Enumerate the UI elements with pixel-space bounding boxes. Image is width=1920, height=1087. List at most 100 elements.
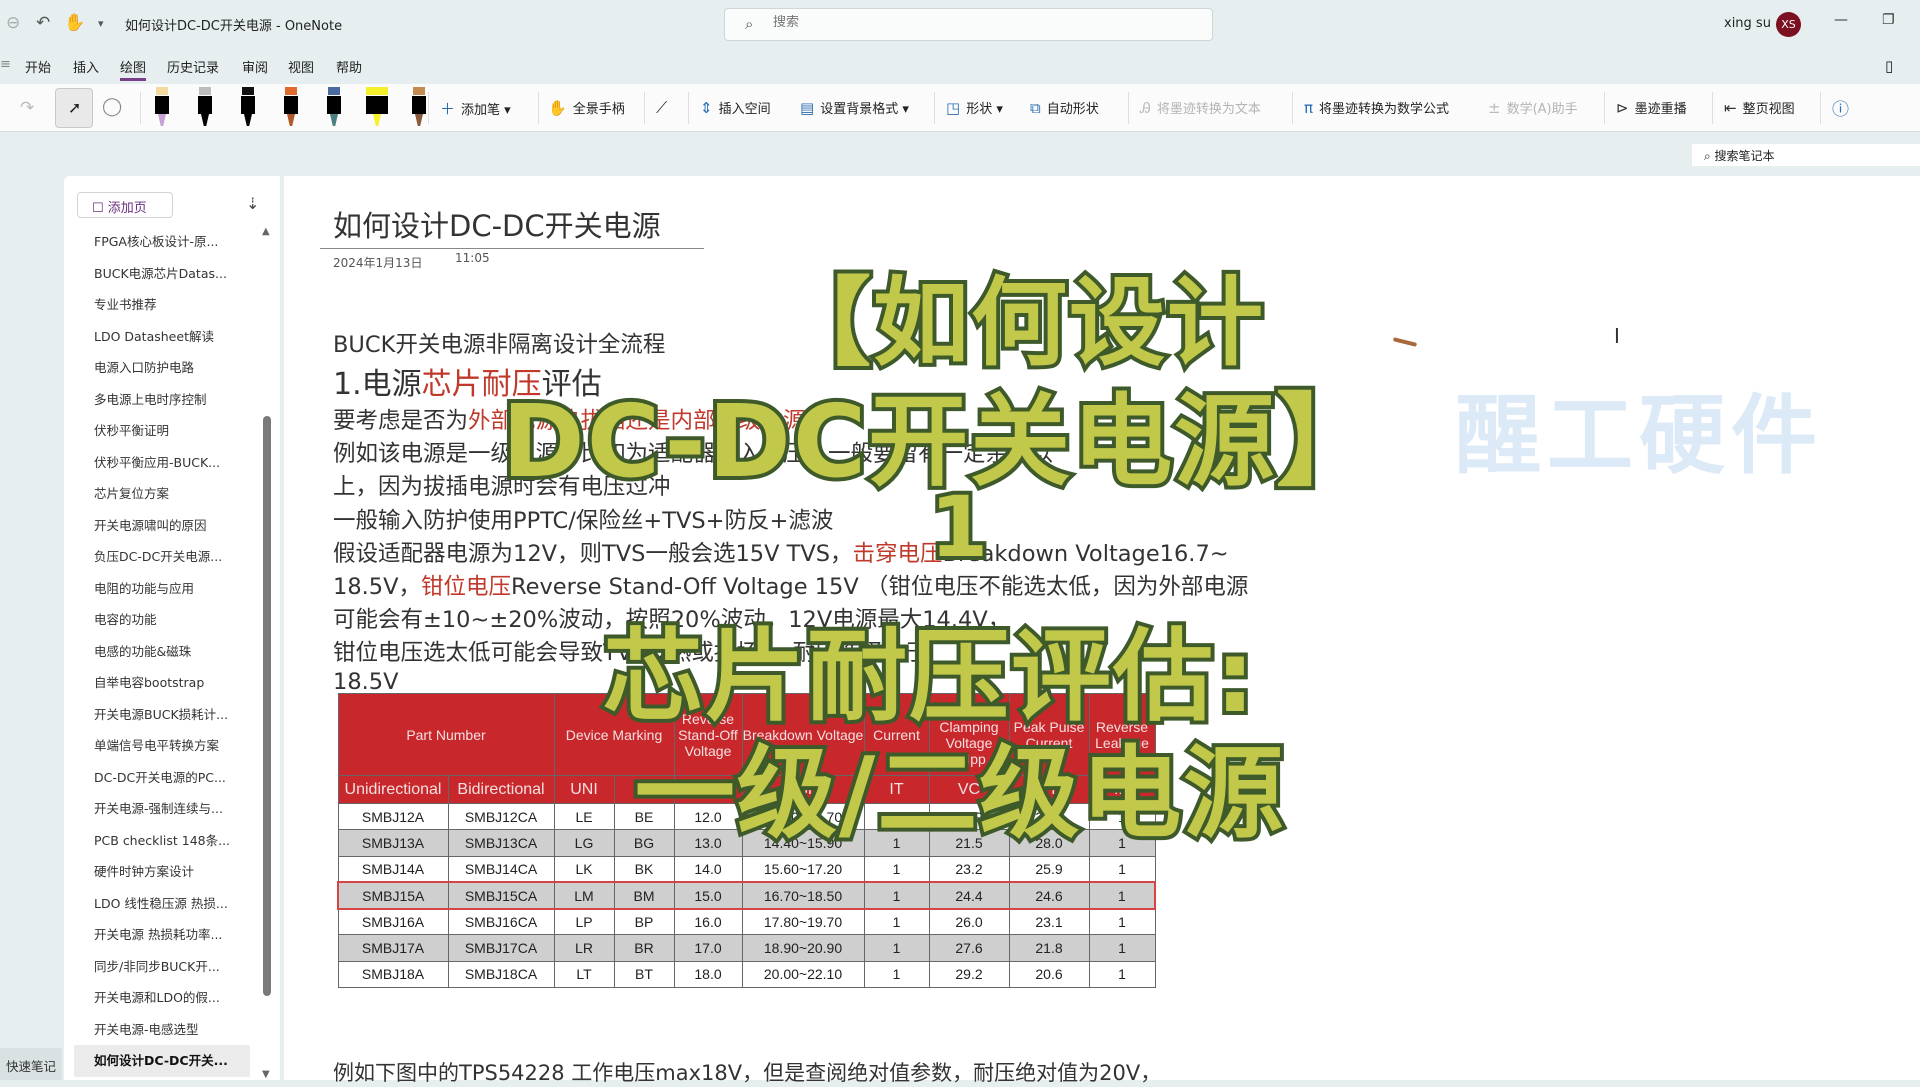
ruler-icon: ⟋ bbox=[656, 98, 668, 117]
note-text: 18.5V， bbox=[333, 574, 421, 600]
page-list-item[interactable]: 如何设计DC-DC开关... bbox=[74, 1045, 250, 1077]
table-cell: 18.90~20.90 bbox=[741, 934, 865, 962]
pen-gray-button[interactable] bbox=[196, 87, 214, 127]
page-list-item[interactable]: 同步/非同步BUCK开... bbox=[64, 951, 264, 983]
page-list-item[interactable]: 伏秒平衡应用-BUCK... bbox=[64, 447, 264, 479]
page-list-item[interactable]: 开关电源 热损耗功率... bbox=[64, 919, 264, 951]
page-list-item[interactable]: 电容的功能 bbox=[64, 604, 264, 636]
page-list-item[interactable]: 开关电源-强制连续与... bbox=[64, 793, 264, 825]
ruler-button[interactable]: ⟋ bbox=[656, 98, 667, 118]
table-row: SMBJ14A SMBJ14CA LK BK 14.0 15.60~17.20 1 23.2 2… bbox=[337, 855, 1156, 883]
help-icon[interactable]: ⓘ bbox=[1832, 95, 1849, 120]
sort-icon[interactable]: ⇣ bbox=[246, 194, 259, 213]
back-icon[interactable]: ⊖ bbox=[6, 13, 20, 33]
minimize-button[interactable]: — bbox=[1834, 12, 1848, 28]
page-list-item[interactable]: 单端信号电平转换方案 bbox=[64, 730, 264, 762]
pen-orange-button[interactable] bbox=[282, 87, 300, 127]
pen-lavender-button[interactable] bbox=[153, 87, 171, 127]
scroll-thumb[interactable] bbox=[263, 416, 271, 996]
table-cell: 20.00~22.10 bbox=[741, 960, 865, 989]
page-list-item[interactable]: LDO Datasheet解读 bbox=[64, 321, 264, 353]
math-assistant-button[interactable]: ± 数学(A)助手 bbox=[1488, 98, 1578, 117]
page-list-item[interactable]: DC-DC开关电源的PC... bbox=[64, 762, 264, 794]
quick-notes-tab[interactable]: 快速笔记 bbox=[0, 1048, 62, 1080]
page-list-item[interactable]: FPGA核心板设计-原... bbox=[64, 226, 264, 258]
ink-to-math-button[interactable]: π 将墨迹转换为数学公式 bbox=[1304, 98, 1449, 117]
page-list-item[interactable]: 硬件时钟方案设计 bbox=[64, 856, 264, 888]
page-list-scrollbar[interactable]: ▲ ▼ bbox=[261, 226, 273, 1080]
auto-shapes-button[interactable]: ⧉ 自动形状 bbox=[1030, 98, 1099, 117]
page-list-item[interactable]: 专业书推荐 bbox=[64, 289, 264, 321]
notebook-search[interactable]: ⌕ 搜索笔记本 bbox=[1692, 144, 1920, 166]
user-name[interactable]: xing su bbox=[1724, 16, 1771, 31]
page-list-item[interactable]: 伏秒平衡证明 bbox=[64, 415, 264, 447]
page-list-item[interactable]: 开关电源啸叫的原因 bbox=[64, 510, 264, 542]
insert-space-button[interactable]: ⇕ 插入空间 bbox=[700, 98, 771, 117]
page-list-item[interactable]: 芯片复位方案 bbox=[64, 478, 264, 510]
note-bottom-line[interactable]: 例如下图中的TPS54228 工作电压max18V，但是查阅绝对值参数，耐压绝对… bbox=[333, 1057, 1161, 1087]
page-list-item[interactable]: 负压DC-DC开关电源... bbox=[64, 541, 264, 573]
notebook-icon[interactable]: ▯ bbox=[1885, 57, 1893, 75]
scroll-down-icon[interactable]: ▼ bbox=[262, 1069, 270, 1080]
menu-tabs: ≡ 开始 插入 绘图 历史记录 审阅 视图 帮助 ▯ bbox=[0, 52, 1920, 81]
search-input[interactable] bbox=[773, 15, 1173, 30]
tab-help[interactable]: 帮助 bbox=[336, 57, 362, 76]
shapes-icon: ◳ bbox=[946, 99, 961, 117]
table-cell: BP bbox=[613, 908, 675, 936]
table-cell: 1 bbox=[1088, 908, 1156, 936]
tab-review[interactable]: 审阅 bbox=[242, 57, 268, 76]
pen-galaxy-button[interactable] bbox=[325, 87, 343, 127]
undo-icon[interactable]: ↶ bbox=[36, 13, 50, 33]
table-cell: SMBJ12A bbox=[337, 802, 449, 831]
note-title[interactable]: 如何设计DC-DC开关电源 bbox=[333, 203, 661, 245]
quick-access-dropdown-icon[interactable]: ▾ bbox=[98, 17, 104, 30]
add-pen-button[interactable]: ＋添加笔 ▾ bbox=[440, 98, 511, 119]
tab-history[interactable]: 历史记录 bbox=[167, 57, 219, 76]
table-cell: 16.0 bbox=[673, 908, 743, 936]
table-cell: BM bbox=[613, 881, 675, 910]
shapes-button[interactable]: ◳ 形状 ▾ bbox=[946, 98, 1003, 117]
scroll-up-icon[interactable]: ▲ bbox=[262, 226, 270, 237]
pen-cap bbox=[413, 87, 425, 95]
search-box[interactable]: ⌕ bbox=[724, 8, 1213, 41]
ink-to-text-button[interactable]: Ꭿ 将墨迹转换为文本 bbox=[1140, 98, 1261, 117]
page-list-item[interactable]: 开关电源BUCK损耗计... bbox=[64, 699, 264, 731]
lasso-select-button[interactable]: ➚ bbox=[55, 88, 93, 128]
pen-black-button[interactable] bbox=[239, 87, 257, 127]
page-list-item[interactable]: BUCK电源芯片Datas... bbox=[64, 258, 264, 290]
page-list-item[interactable]: 开关电源-电感选型 bbox=[64, 1014, 264, 1046]
note-line[interactable]: 假设适配器电源为12V，则TVS一般会选15V TVS，击穿电压Breakdow… bbox=[333, 536, 1229, 568]
add-page-button[interactable]: ☐ 添加页 bbox=[77, 192, 173, 218]
pan-hand-button[interactable]: ✋ 全景手柄 bbox=[548, 98, 625, 117]
page-list-item[interactable]: 多电源上电时序控制 bbox=[64, 384, 264, 416]
touch-mode-icon[interactable]: ✋ bbox=[64, 13, 85, 33]
redo-icon[interactable]: ↷ bbox=[20, 98, 34, 118]
table-cell: BT bbox=[613, 960, 675, 989]
tab-home[interactable]: 开始 bbox=[25, 57, 51, 76]
divider bbox=[688, 92, 689, 124]
highlighter-yellow-button[interactable] bbox=[366, 87, 388, 127]
tab-insert[interactable]: 插入 bbox=[73, 57, 99, 76]
full-page-view-button[interactable]: ⇤ 整页视图 bbox=[1724, 98, 1795, 117]
avatar[interactable]: XS bbox=[1776, 12, 1801, 37]
page-list-item[interactable]: 自举电容bootstrap bbox=[64, 667, 264, 699]
table-cell: SMBJ17CA bbox=[447, 934, 555, 962]
lasso-icon[interactable]: ◯ bbox=[102, 96, 122, 117]
pen-copper-button[interactable] bbox=[410, 87, 428, 127]
page-list-item[interactable]: 电源入口防护电路 bbox=[64, 352, 264, 384]
note-line[interactable]: 一般输入防护使用PPTC/保险丝+TVS+防反+滤波 bbox=[333, 503, 833, 535]
page-list-item[interactable]: PCB checklist 148条... bbox=[64, 825, 264, 857]
page-list-item[interactable]: LDO 线性稳压源 热损... bbox=[64, 888, 264, 920]
tab-view[interactable]: 视图 bbox=[288, 57, 314, 76]
nav-toggle-icon[interactable]: ≡ bbox=[0, 57, 11, 72]
page-list-item[interactable]: 电感的功能&磁珠 bbox=[64, 636, 264, 668]
divider bbox=[644, 92, 645, 124]
ink-replay-button[interactable]: ⊳ 墨迹重播 bbox=[1616, 98, 1687, 117]
background-format-button[interactable]: ▤ 设置背景格式 ▾ bbox=[800, 98, 909, 117]
note-subtitle[interactable]: BUCK开关电源非隔离设计全流程 bbox=[333, 327, 665, 359]
tab-draw[interactable]: 绘图 bbox=[120, 57, 147, 81]
page-list-item[interactable]: 开关电源和LDO的假... bbox=[64, 982, 264, 1014]
page-list-item[interactable]: 电阻的功能与应用 bbox=[64, 573, 264, 605]
restore-button[interactable]: ❐ bbox=[1882, 12, 1895, 28]
note-line[interactable]: 18.5V bbox=[333, 669, 399, 695]
